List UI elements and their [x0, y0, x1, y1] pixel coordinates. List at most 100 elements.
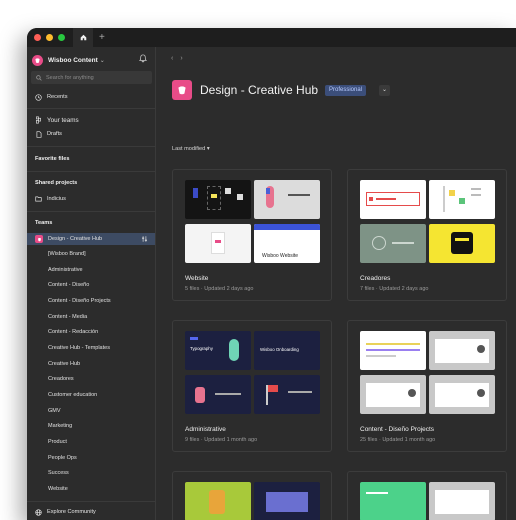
sidebar-item-drafts[interactable]: Drafts [27, 128, 155, 140]
title-bar: + [27, 28, 516, 47]
team-label: Marketing [48, 423, 73, 429]
team-label: Creadores [48, 376, 74, 382]
close-window-button[interactable] [34, 34, 41, 41]
team-label: Content - Diseño [48, 282, 90, 288]
file-thumbnail: Wisboo Website [254, 224, 320, 263]
file-thumbnail [429, 331, 495, 370]
new-tab-button[interactable]: + [99, 32, 105, 43]
search-field[interactable] [31, 71, 152, 84]
file-thumbnail [360, 375, 426, 414]
shared-projects-heading: Shared projects [35, 180, 78, 186]
minimize-window-button[interactable] [46, 34, 53, 41]
globe-icon [35, 508, 42, 516]
chevron-down-icon[interactable]: ⌄ [379, 85, 390, 96]
team-item[interactable]: Content - Media [27, 311, 155, 323]
team-label: GMV [48, 408, 61, 414]
team-logo [172, 80, 192, 100]
workspace-name: Wisboo Content [48, 56, 98, 64]
team-label: Website [48, 486, 68, 492]
team-item[interactable]: Creadores [27, 373, 155, 385]
team-label: Success [48, 470, 69, 476]
sidebar-item-recents[interactable]: Recents [27, 91, 155, 103]
folder-icon [35, 196, 42, 203]
teams-heading: Teams [35, 220, 53, 226]
team-item[interactable]: Content - Diseño Projects [27, 295, 155, 307]
file-thumbnail [254, 482, 320, 520]
sidebar-item-your-teams[interactable]: Your teams [27, 114, 155, 126]
file-thumbnail [185, 224, 251, 263]
project-card[interactable] [347, 471, 507, 520]
file-thumbnail [185, 375, 251, 414]
team-item[interactable]: Success [27, 467, 155, 479]
nav-arrows: ‹› [171, 55, 190, 62]
bell-icon[interactable] [139, 54, 147, 63]
team-label: Content - Media [48, 314, 88, 320]
search-icon [36, 74, 42, 81]
divider [27, 171, 155, 172]
sort-dropdown[interactable]: Last modified ▾ [172, 146, 210, 152]
app-window: + Wisboo Content ⌄ Recents Your teams Dr… [27, 28, 516, 520]
team-label: Customer education [48, 392, 98, 398]
team-label: Creative Hub [48, 361, 81, 367]
project-meta: 7 files · Updated 2 days ago [360, 286, 429, 292]
search-input[interactable] [46, 74, 146, 81]
explore-community-link[interactable]: Explore Community [27, 506, 155, 518]
divider [27, 108, 155, 109]
file-icon [35, 130, 42, 138]
team-item[interactable]: Content - Diseño [27, 279, 155, 291]
file-thumbnail [254, 180, 320, 219]
project-card[interactable] [172, 471, 332, 520]
shared-project-item[interactable]: Indicius [27, 193, 155, 205]
file-thumbnail [254, 375, 320, 414]
thumbnail-text: Wisboo Website [262, 253, 299, 259]
workspace-logo [32, 54, 43, 66]
favorite-files-heading: Favorite files [35, 156, 70, 162]
sidebar: Wisboo Content ⌄ Recents Your teams Draf… [27, 47, 156, 520]
project-card-content-diseno-projects[interactable]: Content - Diseño Projects 25 files · Upd… [347, 320, 507, 452]
team-label: Creative Hub - Templates [48, 345, 110, 351]
team-item[interactable]: Administrative [27, 264, 155, 276]
team-label: Design - Creative Hub [48, 236, 103, 242]
divider [27, 146, 155, 147]
forward-arrow-icon[interactable]: › [180, 55, 189, 62]
team-item-design-creative-hub[interactable]: Design - Creative Hub [27, 233, 155, 245]
team-label: Content - Redacción [48, 329, 99, 335]
page-title: Design - Creative Hub [200, 83, 319, 97]
project-card-website[interactable]: Wisboo Website Website 5 files · Updated… [172, 169, 332, 301]
team-item[interactable]: Website [27, 483, 155, 495]
file-thumbnail [360, 224, 426, 263]
team-item[interactable]: GMV [27, 405, 155, 417]
explore-label: Explore Community [47, 509, 96, 515]
team-label: Administrative [48, 267, 83, 273]
project-title: Content - Diseño Projects [360, 426, 435, 433]
project-card-creadores[interactable]: Creadores 7 files · Updated 2 days ago [347, 169, 507, 301]
workspace-switcher[interactable]: Wisboo Content ⌄ [32, 53, 151, 67]
team-item[interactable]: Content - Redacción [27, 326, 155, 338]
team-item[interactable]: Marketing [27, 420, 155, 432]
team-label: Content - Diseño Projects [48, 298, 111, 304]
team-label: [Wisboo Brand] [48, 251, 86, 257]
main-content: ‹› Design - Creative Hub Professional ⌄ … [157, 47, 516, 520]
team-item[interactable]: Creative Hub [27, 358, 155, 370]
file-thumbnail [360, 180, 426, 219]
file-thumbnail [429, 224, 495, 263]
project-title: Administrative [185, 426, 226, 433]
divider [27, 211, 155, 212]
file-thumbnail [185, 482, 251, 520]
file-thumbnail [185, 180, 251, 219]
project-card-administrative[interactable]: Typography Wisboo Onboarding Administrat… [172, 320, 332, 452]
settings-sliders-icon[interactable] [141, 236, 148, 242]
team-item[interactable]: Customer education [27, 389, 155, 401]
team-item[interactable]: Product [27, 436, 155, 448]
team-item[interactable]: Creative Hub - Templates [27, 342, 155, 354]
team-item[interactable]: [Wisboo Brand] [27, 248, 155, 260]
plan-badge: Professional [325, 85, 367, 96]
team-item[interactable]: People Ops [27, 452, 155, 464]
maximize-window-button[interactable] [58, 34, 65, 41]
project-title: Website [185, 275, 209, 282]
project-meta: 5 files · Updated 2 days ago [185, 286, 254, 292]
back-arrow-icon[interactable]: ‹ [171, 55, 180, 62]
team-logo [35, 235, 43, 243]
home-tab[interactable] [73, 28, 93, 47]
thumbnail-text: Wisboo Onboarding [260, 347, 299, 352]
